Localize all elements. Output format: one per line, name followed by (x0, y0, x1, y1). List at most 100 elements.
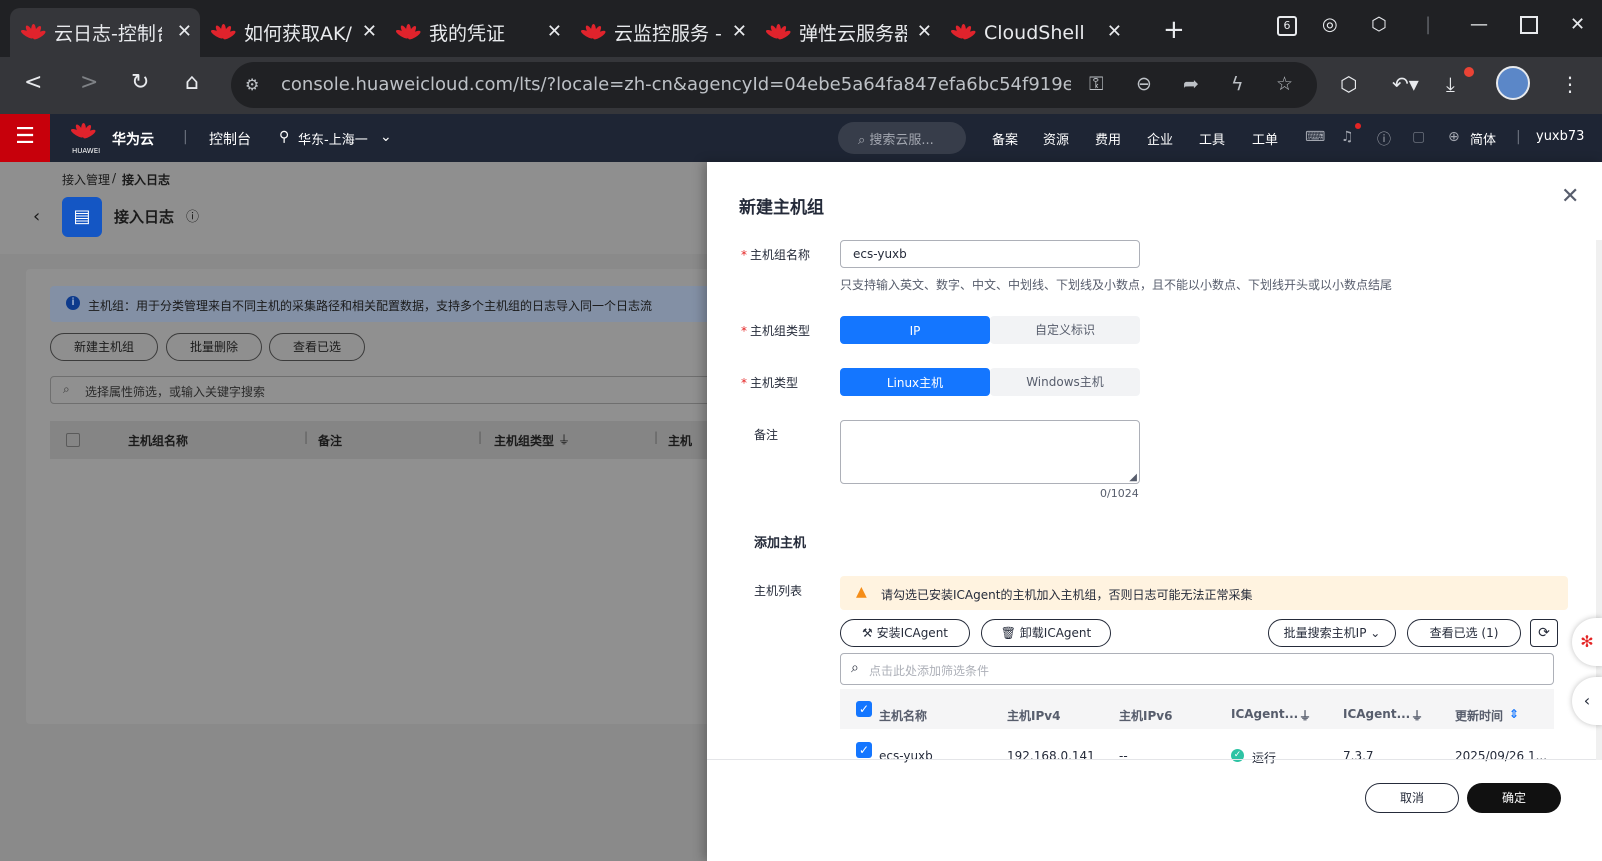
table-row[interactable] (840, 731, 1554, 767)
omnibox[interactable]: ⚙ console.huaweicloud.com/lts/?locale=zh… (231, 62, 1317, 108)
terminal-icon[interactable]: ⌨ (1305, 129, 1325, 145)
browser-tab[interactable]: 如何获取AK/ ✕ (200, 8, 385, 57)
select-all-checkbox[interactable] (66, 433, 80, 447)
uninstall-icagent-button[interactable]: 🗑 卸载ICAgent (981, 619, 1111, 647)
filter-funnel-icon[interactable]: ⏚ (1411, 707, 1423, 724)
remark-textarea[interactable]: ◢ (840, 420, 1140, 484)
column-header: 主机组类型 (494, 434, 555, 448)
site-info-icon[interactable]: ⚙ (245, 75, 259, 94)
incognito-icon[interactable]: ◎ (1322, 14, 1338, 35)
profile-avatar[interactable] (1496, 66, 1530, 100)
confirm-button[interactable]: 确定 (1467, 783, 1561, 813)
url-text[interactable]: console.huaweicloud.com/lts/?locale=zh-c… (281, 74, 1071, 95)
group-type-ip-option[interactable]: IP (840, 316, 990, 344)
remark-counter: 0/1024 (1100, 487, 1139, 500)
close-icon[interactable]: ✕ (732, 21, 747, 42)
console-link[interactable]: 控制台 (209, 129, 251, 149)
chevron-down-icon[interactable]: ⌄ (380, 129, 392, 145)
host-type-linux-option[interactable]: Linux主机 (840, 368, 990, 396)
host-group-name-input[interactable]: ecs-yuxb (840, 240, 1140, 268)
view-selected-button[interactable]: 查看已选 (269, 333, 365, 361)
divider: | (183, 129, 188, 145)
huawei-logo-icon (949, 22, 977, 44)
home-icon[interactable]: ⌂ (185, 70, 199, 95)
hamburger-menu-icon[interactable]: ☰ (0, 114, 50, 162)
back-icon[interactable]: < (24, 70, 42, 95)
reload-icon[interactable]: ↻ (131, 70, 149, 95)
bolt-icon[interactable]: ϟ (1231, 73, 1244, 95)
view-selected-hosts-button[interactable]: 查看已选 (1) (1407, 619, 1521, 647)
nav-enterprise[interactable]: 企业 (1147, 129, 1173, 148)
select-all-checkbox[interactable]: ✓ (856, 701, 872, 717)
group-type-custom-option[interactable]: 自定义标识 (990, 316, 1140, 344)
close-icon[interactable]: ✕ (1561, 184, 1579, 209)
row-checkbox[interactable]: ✓ (856, 742, 872, 758)
header-search[interactable]: ⌕ 搜索云服... (838, 122, 966, 154)
cancel-button[interactable]: 取消 (1365, 783, 1459, 813)
filter-input[interactable]: ⌕ 选择属性筛选，或输入关键字搜索 (50, 376, 716, 404)
close-icon[interactable]: ✕ (547, 21, 562, 42)
extension-icon[interactable]: ⬡ (1371, 14, 1387, 35)
menu-kebab-icon[interactable]: ⋮ (1560, 72, 1580, 96)
warning-banner: ▲ 请勾选已安装ICAgent的主机加入主机组，否则日志可能无法正常采集 (840, 576, 1568, 610)
back-arrow-icon[interactable]: ‹ (33, 206, 40, 227)
tab-search-icon[interactable]: 6 (1277, 16, 1297, 36)
history-back-icon[interactable]: ↶▾ (1392, 72, 1419, 96)
browser-tab[interactable]: 弹性云服务器 ✕ (755, 8, 940, 57)
batch-delete-button[interactable]: 批量删除 (166, 333, 262, 361)
host-type-windows-option[interactable]: Windows主机 (990, 368, 1140, 396)
help-icon[interactable]: ⓘ (1377, 129, 1391, 149)
close-icon[interactable]: ✕ (917, 21, 932, 42)
nav-tools[interactable]: 工具 (1199, 129, 1225, 148)
minimize-icon[interactable]: — (1470, 14, 1488, 35)
close-icon[interactable]: ✕ (362, 21, 377, 42)
forward-icon[interactable]: > (80, 70, 98, 95)
zoom-out-icon[interactable]: ⊖ (1136, 73, 1152, 95)
browser-tab[interactable]: CloudShell ✕ (940, 8, 1130, 57)
search-icon: ⌕ (858, 133, 866, 148)
globe-icon[interactable]: ⊕ (1448, 129, 1460, 145)
browser-tab-active[interactable]: 云日志-控制台 ✕ (10, 8, 200, 57)
bookmark-star-icon[interactable]: ☆ (1276, 73, 1293, 95)
breadcrumb-parent[interactable]: 接入管理 (62, 171, 110, 188)
close-window-icon[interactable]: ✕ (1570, 14, 1585, 35)
brand-name[interactable]: 华为云 (112, 129, 154, 149)
browser-tab[interactable]: 云监控服务 - ✕ (570, 8, 755, 57)
resize-handle-icon[interactable]: ◢ (1129, 472, 1137, 483)
region-selector[interactable]: 华东-上海一 (298, 129, 368, 148)
feedback-icon[interactable]: ▢ (1412, 129, 1425, 145)
close-icon[interactable]: ✕ (177, 21, 192, 42)
location-pin-icon: ⚲ (279, 129, 290, 145)
column-header: 主机组名称 (128, 434, 189, 448)
extensions-puzzle-icon[interactable]: ⬡ (1340, 72, 1357, 96)
brand-sub: HUAWEI (72, 147, 101, 155)
tab-label: 我的凭证 (429, 23, 506, 45)
maximize-icon[interactable] (1520, 16, 1538, 34)
nav-resources[interactable]: 资源 (1043, 129, 1069, 148)
filter-placeholder: 选择属性筛选，或输入关键字搜索 (85, 385, 266, 399)
user-menu[interactable]: yuxb73 (1536, 129, 1584, 144)
sort-icon[interactable]: ⇕ (1509, 707, 1519, 721)
warning-text: 请勾选已安装ICAgent的主机加入主机组，否则日志可能无法正常采集 (881, 588, 1253, 602)
batch-search-ip-dropdown[interactable]: 批量搜索主机IP ⌄ (1268, 619, 1396, 647)
new-tab-icon[interactable]: + (1163, 15, 1185, 45)
new-host-group-button[interactable]: 新建主机组 (50, 333, 158, 361)
language-selector[interactable]: 简体 (1470, 129, 1496, 148)
info-icon: i (66, 296, 80, 310)
browser-tab[interactable]: 我的凭证 ✕ (385, 8, 570, 57)
nav-billing[interactable]: 费用 (1095, 129, 1121, 148)
install-icagent-button[interactable]: ⚒ 安装ICAgent (840, 619, 970, 647)
nav-beian[interactable]: 备案 (992, 129, 1018, 148)
help-icon[interactable]: ⓘ (186, 206, 199, 225)
key-icon[interactable]: ⚿ (1089, 73, 1103, 95)
refresh-icon[interactable]: ⟳ (1530, 619, 1558, 647)
filter-funnel-icon[interactable]: ⏚ (558, 431, 570, 448)
filter-funnel-icon[interactable]: ⏚ (1299, 707, 1311, 724)
close-icon[interactable]: ✕ (1107, 21, 1122, 42)
download-icon[interactable]: ⤓ (1446, 72, 1455, 96)
nav-tickets[interactable]: 工单 (1252, 129, 1278, 148)
host-filter-input[interactable]: ⌕ 点击此处添加筛选条件 (840, 653, 1554, 685)
chevron-down-icon: ⌄ (1370, 626, 1381, 640)
share-icon[interactable]: ➦ (1183, 73, 1199, 95)
bell-icon[interactable]: ♫ (1341, 129, 1354, 145)
